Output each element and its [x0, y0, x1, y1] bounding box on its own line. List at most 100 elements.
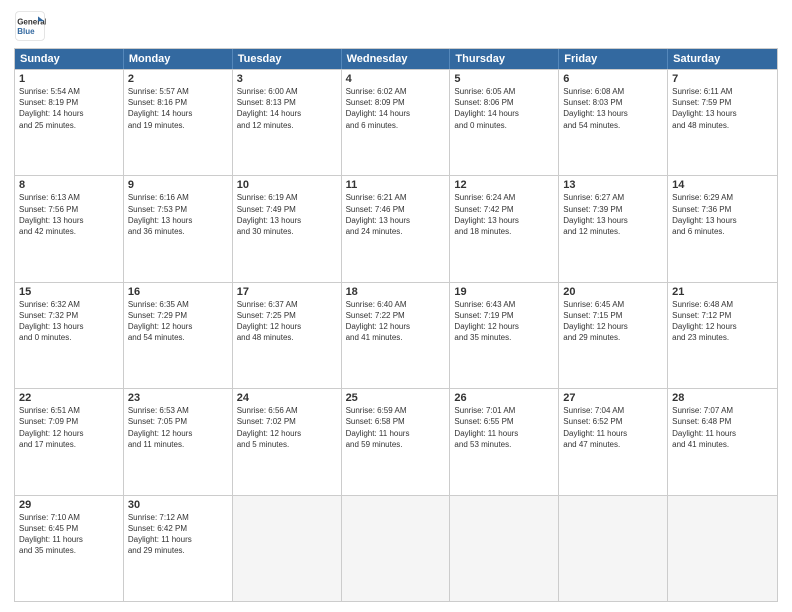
header-day-friday: Friday	[559, 49, 668, 69]
calendar-week-2: 8Sunrise: 6:13 AM Sunset: 7:56 PM Daylig…	[15, 175, 777, 281]
header-day-wednesday: Wednesday	[342, 49, 451, 69]
day-number: 27	[563, 392, 663, 404]
calendar-week-3: 15Sunrise: 6:32 AM Sunset: 7:32 PM Dayli…	[15, 282, 777, 388]
calendar-day-29: 29Sunrise: 7:10 AM Sunset: 6:45 PM Dayli…	[15, 496, 124, 601]
day-number: 3	[237, 73, 337, 85]
calendar-day-14: 14Sunrise: 6:29 AM Sunset: 7:36 PM Dayli…	[668, 176, 777, 281]
header-day-saturday: Saturday	[668, 49, 777, 69]
day-number: 25	[346, 392, 446, 404]
day-info: Sunrise: 6:59 AM Sunset: 6:58 PM Dayligh…	[346, 405, 446, 450]
header-day-sunday: Sunday	[15, 49, 124, 69]
day-number: 7	[672, 73, 773, 85]
calendar-day-20: 20Sunrise: 6:45 AM Sunset: 7:15 PM Dayli…	[559, 283, 668, 388]
calendar-day-28: 28Sunrise: 7:07 AM Sunset: 6:48 PM Dayli…	[668, 389, 777, 494]
svg-text:General: General	[17, 17, 46, 26]
day-info: Sunrise: 7:07 AM Sunset: 6:48 PM Dayligh…	[672, 405, 773, 450]
day-number: 10	[237, 179, 337, 191]
day-info: Sunrise: 6:08 AM Sunset: 8:03 PM Dayligh…	[563, 86, 663, 131]
day-number: 17	[237, 286, 337, 298]
calendar-empty-cell	[342, 496, 451, 601]
day-info: Sunrise: 7:12 AM Sunset: 6:42 PM Dayligh…	[128, 512, 228, 557]
day-info: Sunrise: 6:21 AM Sunset: 7:46 PM Dayligh…	[346, 192, 446, 237]
calendar-day-21: 21Sunrise: 6:48 AM Sunset: 7:12 PM Dayli…	[668, 283, 777, 388]
day-number: 24	[237, 392, 337, 404]
day-info: Sunrise: 6:13 AM Sunset: 7:56 PM Dayligh…	[19, 192, 119, 237]
day-number: 16	[128, 286, 228, 298]
day-info: Sunrise: 6:29 AM Sunset: 7:36 PM Dayligh…	[672, 192, 773, 237]
day-number: 19	[454, 286, 554, 298]
day-number: 5	[454, 73, 554, 85]
day-number: 18	[346, 286, 446, 298]
calendar-day-12: 12Sunrise: 6:24 AM Sunset: 7:42 PM Dayli…	[450, 176, 559, 281]
day-number: 9	[128, 179, 228, 191]
calendar-empty-cell	[668, 496, 777, 601]
calendar-week-5: 29Sunrise: 7:10 AM Sunset: 6:45 PM Dayli…	[15, 495, 777, 601]
calendar-day-23: 23Sunrise: 6:53 AM Sunset: 7:05 PM Dayli…	[124, 389, 233, 494]
header-day-tuesday: Tuesday	[233, 49, 342, 69]
day-info: Sunrise: 6:05 AM Sunset: 8:06 PM Dayligh…	[454, 86, 554, 131]
day-number: 22	[19, 392, 119, 404]
header-day-monday: Monday	[124, 49, 233, 69]
calendar-day-8: 8Sunrise: 6:13 AM Sunset: 7:56 PM Daylig…	[15, 176, 124, 281]
day-number: 23	[128, 392, 228, 404]
calendar-day-17: 17Sunrise: 6:37 AM Sunset: 7:25 PM Dayli…	[233, 283, 342, 388]
calendar-day-16: 16Sunrise: 6:35 AM Sunset: 7:29 PM Dayli…	[124, 283, 233, 388]
day-info: Sunrise: 5:54 AM Sunset: 8:19 PM Dayligh…	[19, 86, 119, 131]
day-info: Sunrise: 6:51 AM Sunset: 7:09 PM Dayligh…	[19, 405, 119, 450]
calendar-day-2: 2Sunrise: 5:57 AM Sunset: 8:16 PM Daylig…	[124, 70, 233, 175]
day-info: Sunrise: 6:27 AM Sunset: 7:39 PM Dayligh…	[563, 192, 663, 237]
day-info: Sunrise: 6:19 AM Sunset: 7:49 PM Dayligh…	[237, 192, 337, 237]
day-number: 14	[672, 179, 773, 191]
day-info: Sunrise: 6:45 AM Sunset: 7:15 PM Dayligh…	[563, 299, 663, 344]
day-number: 11	[346, 179, 446, 191]
calendar-day-3: 3Sunrise: 6:00 AM Sunset: 8:13 PM Daylig…	[233, 70, 342, 175]
calendar-day-25: 25Sunrise: 6:59 AM Sunset: 6:58 PM Dayli…	[342, 389, 451, 494]
day-number: 1	[19, 73, 119, 85]
day-number: 8	[19, 179, 119, 191]
calendar-day-24: 24Sunrise: 6:56 AM Sunset: 7:02 PM Dayli…	[233, 389, 342, 494]
calendar-day-19: 19Sunrise: 6:43 AM Sunset: 7:19 PM Dayli…	[450, 283, 559, 388]
day-info: Sunrise: 7:04 AM Sunset: 6:52 PM Dayligh…	[563, 405, 663, 450]
day-info: Sunrise: 6:24 AM Sunset: 7:42 PM Dayligh…	[454, 192, 554, 237]
day-info: Sunrise: 7:10 AM Sunset: 6:45 PM Dayligh…	[19, 512, 119, 557]
calendar-week-1: 1Sunrise: 5:54 AM Sunset: 8:19 PM Daylig…	[15, 69, 777, 175]
day-number: 2	[128, 73, 228, 85]
day-info: Sunrise: 6:53 AM Sunset: 7:05 PM Dayligh…	[128, 405, 228, 450]
day-info: Sunrise: 6:11 AM Sunset: 7:59 PM Dayligh…	[672, 86, 773, 131]
day-info: Sunrise: 6:48 AM Sunset: 7:12 PM Dayligh…	[672, 299, 773, 344]
day-number: 20	[563, 286, 663, 298]
calendar-day-13: 13Sunrise: 6:27 AM Sunset: 7:39 PM Dayli…	[559, 176, 668, 281]
calendar-empty-cell	[559, 496, 668, 601]
calendar-day-11: 11Sunrise: 6:21 AM Sunset: 7:46 PM Dayli…	[342, 176, 451, 281]
calendar-day-5: 5Sunrise: 6:05 AM Sunset: 8:06 PM Daylig…	[450, 70, 559, 175]
calendar-day-18: 18Sunrise: 6:40 AM Sunset: 7:22 PM Dayli…	[342, 283, 451, 388]
day-number: 6	[563, 73, 663, 85]
calendar-day-9: 9Sunrise: 6:16 AM Sunset: 7:53 PM Daylig…	[124, 176, 233, 281]
day-number: 28	[672, 392, 773, 404]
day-info: Sunrise: 6:16 AM Sunset: 7:53 PM Dayligh…	[128, 192, 228, 237]
day-number: 15	[19, 286, 119, 298]
day-info: Sunrise: 6:00 AM Sunset: 8:13 PM Dayligh…	[237, 86, 337, 131]
day-info: Sunrise: 6:56 AM Sunset: 7:02 PM Dayligh…	[237, 405, 337, 450]
day-info: Sunrise: 6:32 AM Sunset: 7:32 PM Dayligh…	[19, 299, 119, 344]
calendar-week-4: 22Sunrise: 6:51 AM Sunset: 7:09 PM Dayli…	[15, 388, 777, 494]
calendar-empty-cell	[450, 496, 559, 601]
calendar-day-22: 22Sunrise: 6:51 AM Sunset: 7:09 PM Dayli…	[15, 389, 124, 494]
day-info: Sunrise: 7:01 AM Sunset: 6:55 PM Dayligh…	[454, 405, 554, 450]
calendar-header: SundayMondayTuesdayWednesdayThursdayFrid…	[15, 49, 777, 69]
calendar-day-30: 30Sunrise: 7:12 AM Sunset: 6:42 PM Dayli…	[124, 496, 233, 601]
day-info: Sunrise: 6:02 AM Sunset: 8:09 PM Dayligh…	[346, 86, 446, 131]
calendar: SundayMondayTuesdayWednesdayThursdayFrid…	[14, 48, 778, 602]
calendar-day-6: 6Sunrise: 6:08 AM Sunset: 8:03 PM Daylig…	[559, 70, 668, 175]
day-number: 29	[19, 499, 119, 511]
day-number: 12	[454, 179, 554, 191]
calendar-day-4: 4Sunrise: 6:02 AM Sunset: 8:09 PM Daylig…	[342, 70, 451, 175]
day-number: 4	[346, 73, 446, 85]
day-number: 13	[563, 179, 663, 191]
calendar-day-26: 26Sunrise: 7:01 AM Sunset: 6:55 PM Dayli…	[450, 389, 559, 494]
day-info: Sunrise: 6:40 AM Sunset: 7:22 PM Dayligh…	[346, 299, 446, 344]
logo: General Blue	[14, 10, 46, 42]
calendar-day-27: 27Sunrise: 7:04 AM Sunset: 6:52 PM Dayli…	[559, 389, 668, 494]
day-number: 30	[128, 499, 228, 511]
calendar-empty-cell	[233, 496, 342, 601]
